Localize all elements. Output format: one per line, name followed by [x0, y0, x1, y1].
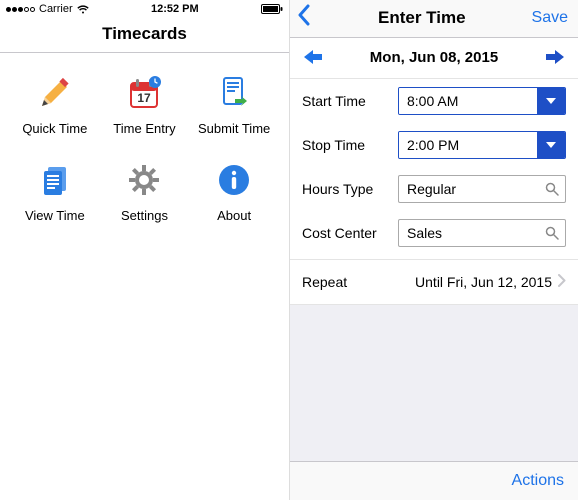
next-day-button[interactable] — [544, 48, 566, 66]
hours-type-lookup[interactable]: Regular — [398, 175, 566, 203]
field-label: Start Time — [302, 93, 398, 109]
carrier-label: Carrier — [39, 3, 73, 15]
grid-item-about[interactable]: About — [189, 158, 279, 223]
row-cost-center: Cost Center Sales — [290, 211, 578, 255]
gear-icon — [122, 158, 166, 202]
caret-down-icon — [537, 88, 565, 114]
stop-time-dropdown[interactable]: 2:00 PM — [398, 131, 566, 159]
row-repeat[interactable]: Repeat Until Fri, Jun 12, 2015 — [290, 259, 578, 305]
screen-enter-time: Enter Time Save Mon, Jun 08, 2015 Start … — [289, 0, 578, 500]
field-label: Hours Type — [302, 181, 398, 197]
repeat-value: Until Fri, Jun 12, 2015 — [415, 274, 552, 290]
grid-label: Settings — [121, 208, 168, 223]
svg-text:17: 17 — [138, 91, 152, 105]
row-stop-time: Stop Time 2:00 PM — [290, 123, 578, 167]
chevron-right-icon — [558, 274, 566, 290]
pencil-icon — [33, 71, 77, 115]
dropdown-value: 8:00 AM — [399, 88, 537, 114]
grid-label: Time Entry — [113, 121, 175, 136]
actions-button[interactable]: Actions — [512, 472, 564, 489]
grid-item-submit-time[interactable]: Submit Time — [189, 71, 279, 136]
navbar: Timecards — [0, 18, 289, 53]
lookup-value: Sales — [399, 220, 539, 246]
save-button[interactable]: Save — [532, 9, 568, 27]
grid-label: Quick Time — [22, 121, 87, 136]
field-label: Stop Time — [302, 137, 398, 153]
search-icon — [539, 176, 565, 202]
status-bar: Carrier 12:52 PM — [0, 0, 289, 18]
wifi-icon — [77, 5, 89, 14]
back-button[interactable] — [296, 4, 312, 31]
home-grid: Quick Time 17 Time Entry Submit Time Vie… — [0, 53, 289, 263]
grid-item-settings[interactable]: Settings — [100, 158, 190, 223]
grid-item-view-time[interactable]: View Time — [10, 158, 100, 223]
date-selector: Mon, Jun 08, 2015 — [290, 38, 578, 79]
page-title: Enter Time — [378, 8, 466, 28]
row-hours-type: Hours Type Regular — [290, 167, 578, 211]
field-label: Cost Center — [302, 225, 398, 241]
grid-item-quick-time[interactable]: Quick Time — [10, 71, 100, 136]
bottom-toolbar: Actions — [290, 461, 578, 500]
search-icon — [539, 220, 565, 246]
lookup-value: Regular — [399, 176, 539, 202]
form-section: Start Time 8:00 AM Stop Time 2:00 PM Hou… — [290, 79, 578, 255]
navbar: Enter Time Save — [290, 0, 578, 38]
grid-item-time-entry[interactable]: 17 Time Entry — [100, 71, 190, 136]
page-title: Timecards — [0, 24, 289, 44]
battery-icon — [261, 4, 283, 14]
cost-center-lookup[interactable]: Sales — [398, 219, 566, 247]
grid-label: Submit Time — [198, 121, 270, 136]
content-spacer — [290, 305, 578, 461]
date-label: Mon, Jun 08, 2015 — [370, 49, 498, 66]
documents-icon — [33, 158, 77, 202]
submit-icon — [212, 71, 256, 115]
calendar-icon: 17 — [122, 71, 166, 115]
caret-down-icon — [537, 132, 565, 158]
dropdown-value: 2:00 PM — [399, 132, 537, 158]
signal-icon — [6, 7, 35, 12]
grid-label: About — [217, 208, 251, 223]
start-time-dropdown[interactable]: 8:00 AM — [398, 87, 566, 115]
status-time: 12:52 PM — [151, 3, 199, 15]
prev-day-button[interactable] — [302, 48, 324, 66]
field-label: Repeat — [302, 274, 347, 290]
grid-label: View Time — [25, 208, 85, 223]
row-start-time: Start Time 8:00 AM — [290, 79, 578, 123]
screen-timecards: Carrier 12:52 PM Timecards Quick Time 17… — [0, 0, 289, 500]
info-icon — [212, 158, 256, 202]
